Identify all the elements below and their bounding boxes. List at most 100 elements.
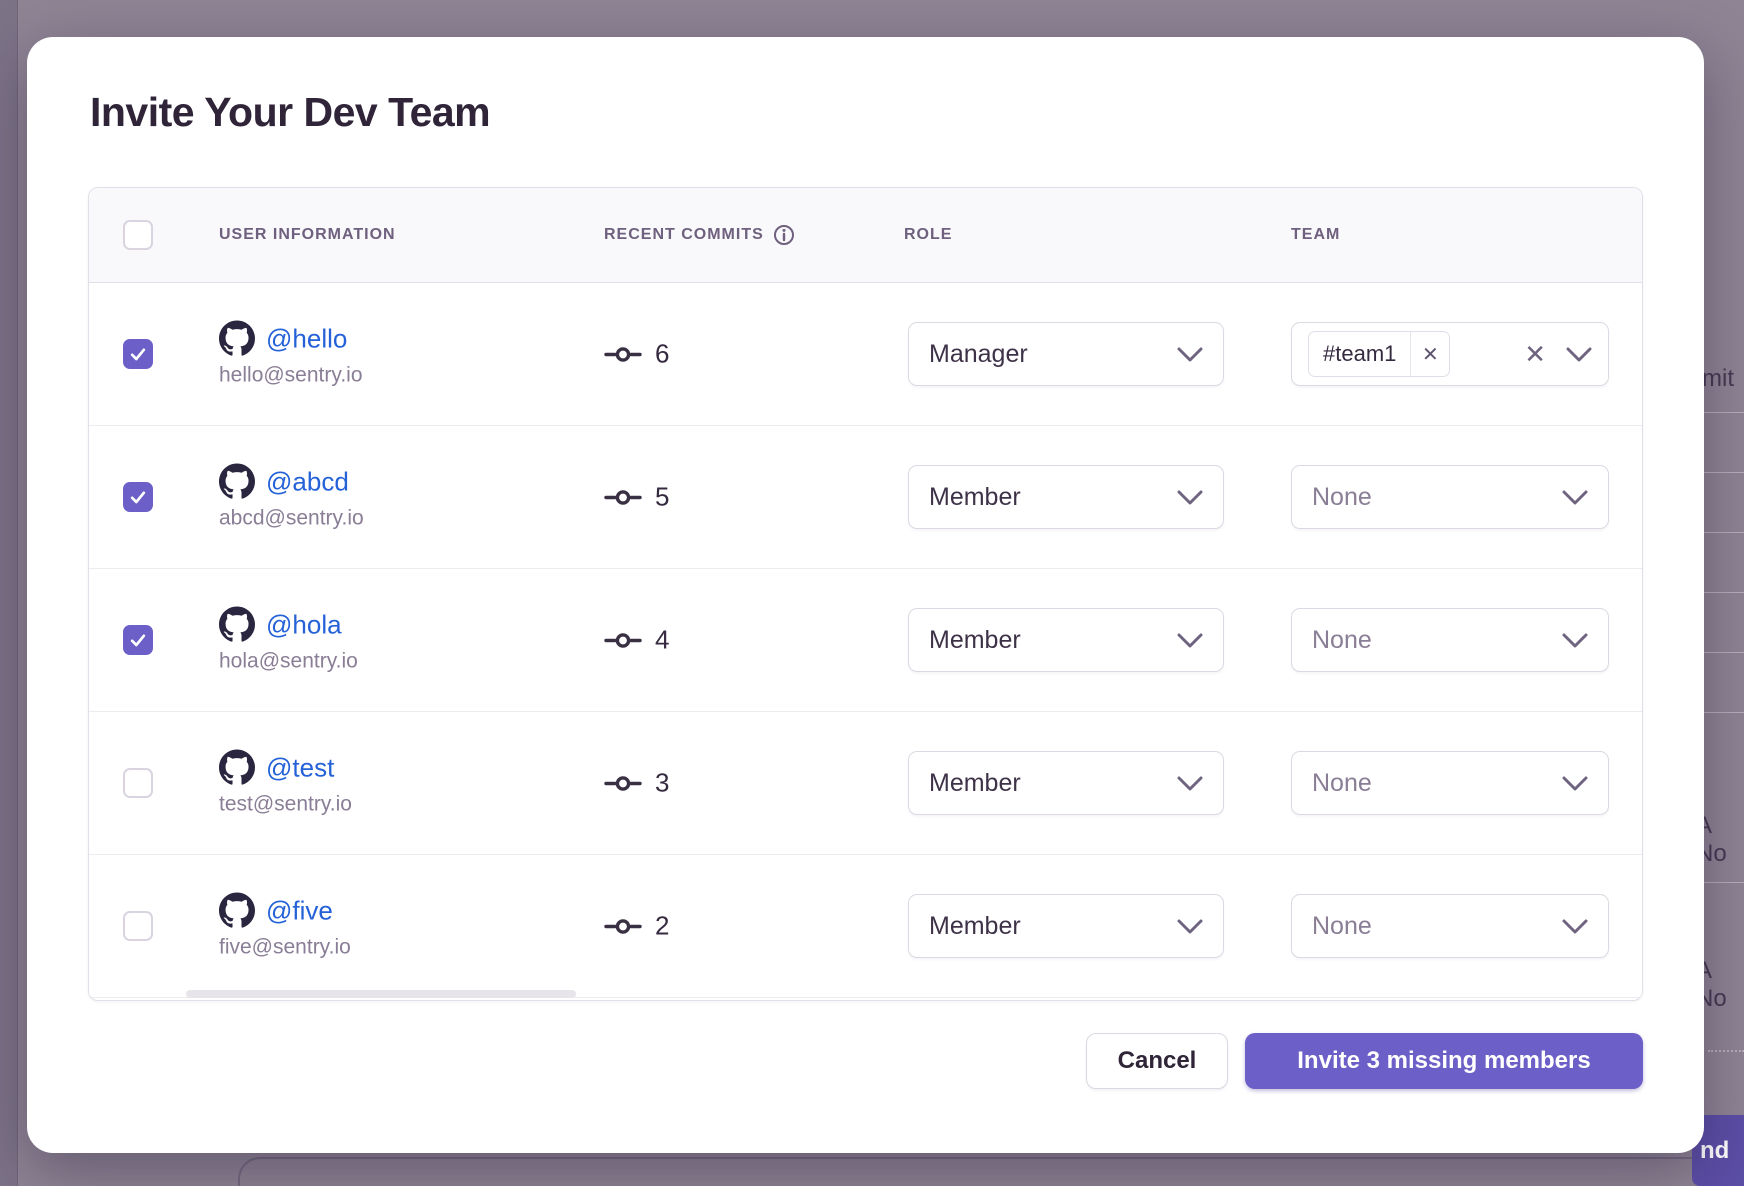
user-email: five@sentry.io — [219, 936, 351, 960]
role-select[interactable]: Member — [908, 608, 1224, 672]
team-chip: #team1 ✕ — [1308, 331, 1450, 377]
role-select[interactable]: Member — [908, 751, 1224, 815]
github-icon — [219, 321, 255, 357]
row-checkbox[interactable] — [123, 911, 153, 941]
screen: mit A No A No nd Invite Your Dev Team US… — [0, 0, 1744, 1186]
role-select-value: Manager — [929, 340, 1028, 369]
user-info-cell: @hola hola@sentry.io — [219, 607, 358, 674]
role-select[interactable]: Member — [908, 465, 1224, 529]
user-info-cell: @test test@sentry.io — [219, 750, 352, 817]
user-info-cell: @abcd abcd@sentry.io — [219, 464, 364, 531]
git-commit-icon — [604, 628, 642, 652]
recent-commits-cell: 6 — [604, 339, 669, 370]
chevron-down-icon — [1562, 633, 1588, 648]
team-select[interactable]: #team1 ✕ ✕ — [1291, 322, 1609, 386]
github-icon — [219, 464, 255, 500]
chevron-down-icon — [1177, 490, 1203, 505]
background-row-divider — [1700, 652, 1744, 653]
recent-commits-cell: 5 — [604, 482, 669, 513]
team-select-value: None — [1312, 483, 1372, 512]
row-checkbox[interactable] — [123, 625, 153, 655]
github-handle-link[interactable]: @hello — [266, 323, 347, 354]
background-text-fragment: mit — [1702, 365, 1734, 393]
role-select[interactable]: Manager — [908, 322, 1224, 386]
role-select-value: Member — [929, 912, 1021, 941]
role-select-value: Member — [929, 769, 1021, 798]
role-select[interactable]: Member — [908, 894, 1224, 958]
table-header-row: USER INFORMATION RECENT COMMITS ROLE TEA… — [89, 188, 1642, 283]
select-all-checkbox[interactable] — [123, 220, 153, 250]
table-body: @hello hello@sentry.io 6 Manager #team1 … — [89, 283, 1642, 998]
remove-team-icon[interactable]: ✕ — [1410, 332, 1449, 376]
table-row: @hola hola@sentry.io 4 Member None — [89, 569, 1642, 712]
github-icon — [219, 893, 255, 929]
git-commit-icon — [604, 342, 642, 366]
github-handle-link[interactable]: @test — [266, 752, 334, 783]
chevron-down-icon — [1177, 919, 1203, 934]
user-email: hola@sentry.io — [219, 650, 358, 674]
background-row-divider — [1700, 412, 1744, 413]
github-handle-link[interactable]: @abcd — [266, 466, 349, 497]
modal-title: Invite Your Dev Team — [90, 89, 490, 136]
clear-team-icon[interactable]: ✕ — [1524, 341, 1546, 367]
team-select[interactable]: None — [1291, 608, 1609, 672]
background-row-divider — [1700, 712, 1744, 713]
background-row-divider — [1700, 592, 1744, 593]
invite-table: USER INFORMATION RECENT COMMITS ROLE TEA… — [88, 187, 1643, 1001]
background-panel-border — [238, 1157, 1744, 1186]
chevron-down-icon — [1177, 633, 1203, 648]
background-button-text: nd — [1700, 1137, 1729, 1165]
chevron-down-icon — [1177, 347, 1203, 362]
team-select[interactable]: None — [1291, 465, 1609, 529]
team-select-value: None — [1312, 912, 1372, 941]
recent-commits-cell: 2 — [604, 911, 669, 942]
background-row-divider — [1700, 882, 1744, 883]
column-header-recent-commits: RECENT COMMITS — [604, 224, 795, 246]
user-email: hello@sentry.io — [219, 364, 363, 388]
user-info-cell: @hello hello@sentry.io — [219, 321, 363, 388]
recent-commits-cell: 3 — [604, 768, 669, 799]
commit-count: 2 — [655, 911, 669, 942]
chevron-down-icon — [1562, 776, 1588, 791]
git-commit-icon — [604, 914, 642, 938]
table-row: @hello hello@sentry.io 6 Manager #team1 … — [89, 283, 1642, 426]
background-row-divider — [1700, 472, 1744, 473]
invite-dev-team-modal: Invite Your Dev Team USER INFORMATION RE… — [27, 37, 1704, 1153]
team-chip-label: #team1 — [1309, 341, 1410, 367]
team-select-value: None — [1312, 626, 1372, 655]
background-sidebar-edge — [0, 0, 18, 1186]
github-handle-link[interactable]: @hola — [266, 609, 342, 640]
info-icon[interactable] — [773, 224, 795, 246]
column-header-role: ROLE — [904, 226, 952, 244]
recent-commits-cell: 4 — [604, 625, 669, 656]
row-checkbox[interactable] — [123, 768, 153, 798]
user-email: test@sentry.io — [219, 793, 352, 817]
user-info-cell: @five five@sentry.io — [219, 893, 351, 960]
table-row: @abcd abcd@sentry.io 5 Member None — [89, 426, 1642, 569]
git-commit-icon — [604, 771, 642, 795]
team-select[interactable]: None — [1291, 751, 1609, 815]
row-checkbox[interactable] — [123, 339, 153, 369]
commit-count: 3 — [655, 768, 669, 799]
table-row: @test test@sentry.io 3 Member None — [89, 712, 1642, 855]
chevron-down-icon — [1566, 347, 1592, 362]
commit-count: 5 — [655, 482, 669, 513]
background-row-divider — [1700, 532, 1744, 533]
invite-missing-members-button[interactable]: Invite 3 missing members — [1245, 1033, 1643, 1089]
team-select[interactable]: None — [1291, 894, 1609, 958]
chevron-down-icon — [1562, 919, 1588, 934]
chevron-down-icon — [1562, 490, 1588, 505]
commit-count: 6 — [655, 339, 669, 370]
horizontal-scrollbar[interactable] — [186, 990, 576, 998]
chevron-down-icon — [1177, 776, 1203, 791]
github-icon — [219, 607, 255, 643]
github-handle-link[interactable]: @five — [266, 895, 333, 926]
column-header-user-information: USER INFORMATION — [219, 226, 396, 244]
row-checkbox[interactable] — [123, 482, 153, 512]
team-select-value: None — [1312, 769, 1372, 798]
github-icon — [219, 750, 255, 786]
background-divider — [1708, 1050, 1744, 1052]
cancel-button[interactable]: Cancel — [1086, 1033, 1228, 1089]
commit-count: 4 — [655, 625, 669, 656]
role-select-value: Member — [929, 483, 1021, 512]
